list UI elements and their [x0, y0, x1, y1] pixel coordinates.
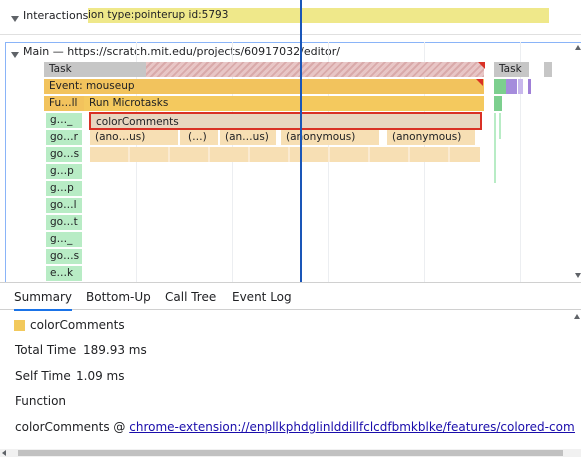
anon-bar-2[interactable]: (…)	[180, 130, 218, 145]
anon-bar-1[interactable]: (ano…us)	[90, 130, 178, 145]
self-time-label: Self Time	[15, 369, 71, 383]
task-bar-right[interactable]: Task	[494, 62, 529, 77]
side-label-4[interactable]: g…p	[46, 164, 82, 179]
grid-line	[424, 42, 425, 282]
tab-summary-label: Summary	[14, 290, 72, 304]
tab-call-tree-label: Call Tree	[165, 290, 217, 304]
side-label-9[interactable]: go…s	[46, 249, 82, 264]
small-event-purple[interactable]	[506, 79, 517, 94]
event-marker	[476, 79, 483, 86]
tab-summary[interactable]: Summary	[14, 283, 72, 311]
selected-colorcomments-bar[interactable]: colorComments	[89, 112, 482, 130]
small-event-green-2[interactable]	[494, 96, 502, 111]
run-microtasks-label: Run Microtasks	[89, 97, 169, 109]
js-bar-row5[interactable]	[90, 147, 480, 162]
selected-label: colorComments	[96, 116, 179, 128]
scroll-up-icon[interactable]	[575, 45, 581, 50]
small-event-lavender[interactable]	[518, 79, 523, 94]
scroll-down-icon[interactable]	[575, 273, 581, 278]
expand-interactions-icon[interactable]	[11, 12, 23, 25]
side-label-7[interactable]: go…t	[46, 215, 82, 230]
task-label: Task	[49, 63, 72, 75]
anon-label: (anonymous)	[392, 131, 462, 143]
summary-panel: colorComments Total Time 189.93 ms Self …	[0, 310, 581, 457]
event-label: Event: mouseup	[49, 80, 135, 92]
interactions-label: Interactions	[23, 9, 89, 22]
summary-swatch	[14, 320, 25, 331]
summary-scroll-up-icon[interactable]	[574, 314, 580, 319]
self-time-value: 1.09 ms	[76, 369, 125, 383]
main-thread-label: Main — https://scratch.mit.edu/projects/…	[23, 45, 340, 58]
horizontal-scroll-thumb[interactable]	[18, 450, 563, 456]
side-label-5[interactable]: g…p	[46, 181, 82, 196]
side-label-10[interactable]: e…k	[46, 266, 82, 281]
track-divider	[0, 34, 581, 35]
grid-line	[520, 42, 521, 282]
interaction-event-label: ion type:pointerup id:5793	[88, 9, 229, 21]
tab-bottom-up[interactable]: Bottom-Up	[86, 283, 151, 311]
run-microtasks-bar[interactable]: Run Microtasks	[84, 96, 484, 111]
function-label: Function	[15, 394, 67, 408]
function-row: colorComments @ chrome-extension://enpll…	[15, 420, 575, 434]
anon-label: (an…us)	[225, 131, 269, 143]
cursor-line	[300, 0, 302, 282]
expand-main-icon[interactable]	[11, 48, 23, 61]
task-label: Task	[499, 63, 522, 75]
interaction-event-bar[interactable]: ion type:pointerup id:5793	[88, 8, 549, 23]
small-event-green[interactable]	[494, 79, 506, 94]
anon-label: (anonymous)	[286, 131, 356, 143]
total-time-value: 189.93 ms	[83, 343, 147, 357]
grid-line	[328, 42, 329, 282]
tab-event-log-label: Event Log	[232, 290, 292, 304]
anon-bar-5[interactable]: (anonymous)	[387, 130, 475, 145]
event-mouseup-bar[interactable]: Event: mouseup	[44, 79, 484, 94]
side-label-2[interactable]: go…r	[46, 130, 82, 145]
details-tabs: Summary Bottom-Up Call Tree Event Log	[0, 282, 581, 311]
task-bar-left[interactable]: Task	[44, 62, 147, 77]
small-event-tick[interactable]	[528, 79, 531, 94]
interactions-track: Interactions ion type:pointerup id:5793	[0, 0, 581, 34]
grid-line	[136, 42, 137, 282]
side-label-1[interactable]: g…_	[46, 113, 82, 128]
anon-label: (…)	[188, 131, 207, 143]
tab-event-log[interactable]: Event Log	[232, 283, 292, 311]
horizontal-scrollbar[interactable]	[0, 449, 581, 457]
anon-bar-3[interactable]: (an…us)	[220, 130, 276, 145]
side-label-6[interactable]: go…l	[46, 198, 82, 213]
grid-line	[232, 42, 233, 282]
side-label-8[interactable]: g…_	[46, 232, 82, 247]
tab-call-tree[interactable]: Call Tree	[165, 283, 216, 311]
tab-bottom-up-label: Bottom-Up	[86, 290, 151, 304]
scroll-left-icon[interactable]	[2, 450, 6, 456]
long-task-overlay[interactable]	[146, 62, 484, 77]
long-task-marker	[478, 62, 485, 69]
task-bar-small[interactable]	[544, 62, 552, 77]
green-sliver	[499, 113, 501, 139]
green-sliver	[494, 113, 496, 183]
function-call-bar[interactable]: Fu…ll	[44, 96, 84, 111]
function-source-link[interactable]: chrome-extension://enpllkphdglinlddillfc…	[129, 420, 575, 434]
function-call-label: Fu…ll	[49, 97, 78, 109]
total-time-label: Total Time	[15, 343, 77, 357]
summary-title: colorComments	[30, 318, 125, 332]
anon-label: (ano…us)	[95, 131, 146, 143]
anon-bar-4[interactable]: (anonymous)	[281, 130, 379, 145]
function-name: colorComments @	[15, 420, 126, 434]
side-label-3[interactable]: go…s	[46, 147, 82, 162]
